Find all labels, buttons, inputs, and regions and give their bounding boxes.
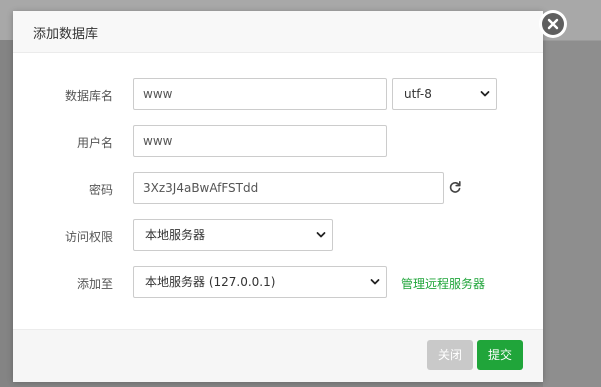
access-value: 本地服务器 — [145, 228, 206, 242]
username-input[interactable] — [133, 125, 387, 157]
db-name-label: 数据库名 — [64, 89, 113, 103]
password-input[interactable] — [133, 172, 444, 204]
access-select[interactable]: 本地服务器 — [133, 219, 333, 251]
add-to-label: 添加至 — [76, 277, 113, 291]
submit-button[interactable]: 提交 — [477, 340, 523, 370]
dialog-close-button[interactable] — [539, 10, 567, 38]
charset-select[interactable]: utf-8 — [392, 78, 497, 110]
password-label: 密码 — [88, 183, 113, 197]
manage-remote-servers-link[interactable]: 管理远程服务器 — [401, 275, 485, 292]
username-label: 用户名 — [76, 136, 113, 150]
chevron-down-icon — [370, 279, 380, 285]
chevron-down-icon — [316, 232, 326, 238]
close-icon — [547, 18, 559, 30]
backdrop-divider — [543, 40, 601, 41]
dialog-footer: 关闭 提交 — [13, 329, 543, 382]
refresh-icon[interactable] — [448, 180, 462, 194]
close-button[interactable]: 关闭 — [427, 340, 473, 370]
backdrop-side — [543, 40, 601, 387]
add-to-select[interactable]: 本地服务器 (127.0.0.1) — [133, 266, 387, 298]
db-name-input[interactable] — [133, 78, 387, 110]
dialog-title: 添加数据库 — [33, 27, 99, 42]
chevron-down-icon — [480, 91, 490, 97]
dialog-header: 添加数据库 — [13, 11, 543, 53]
charset-value: utf-8 — [404, 87, 432, 101]
add-to-value: 本地服务器 (127.0.0.1) — [145, 275, 276, 289]
access-label: 访问权限 — [64, 230, 113, 244]
add-database-dialog: 添加数据库 数据库名 utf-8 用户名 密码 访问权限 本地服务器 添加至 本… — [13, 10, 567, 382]
